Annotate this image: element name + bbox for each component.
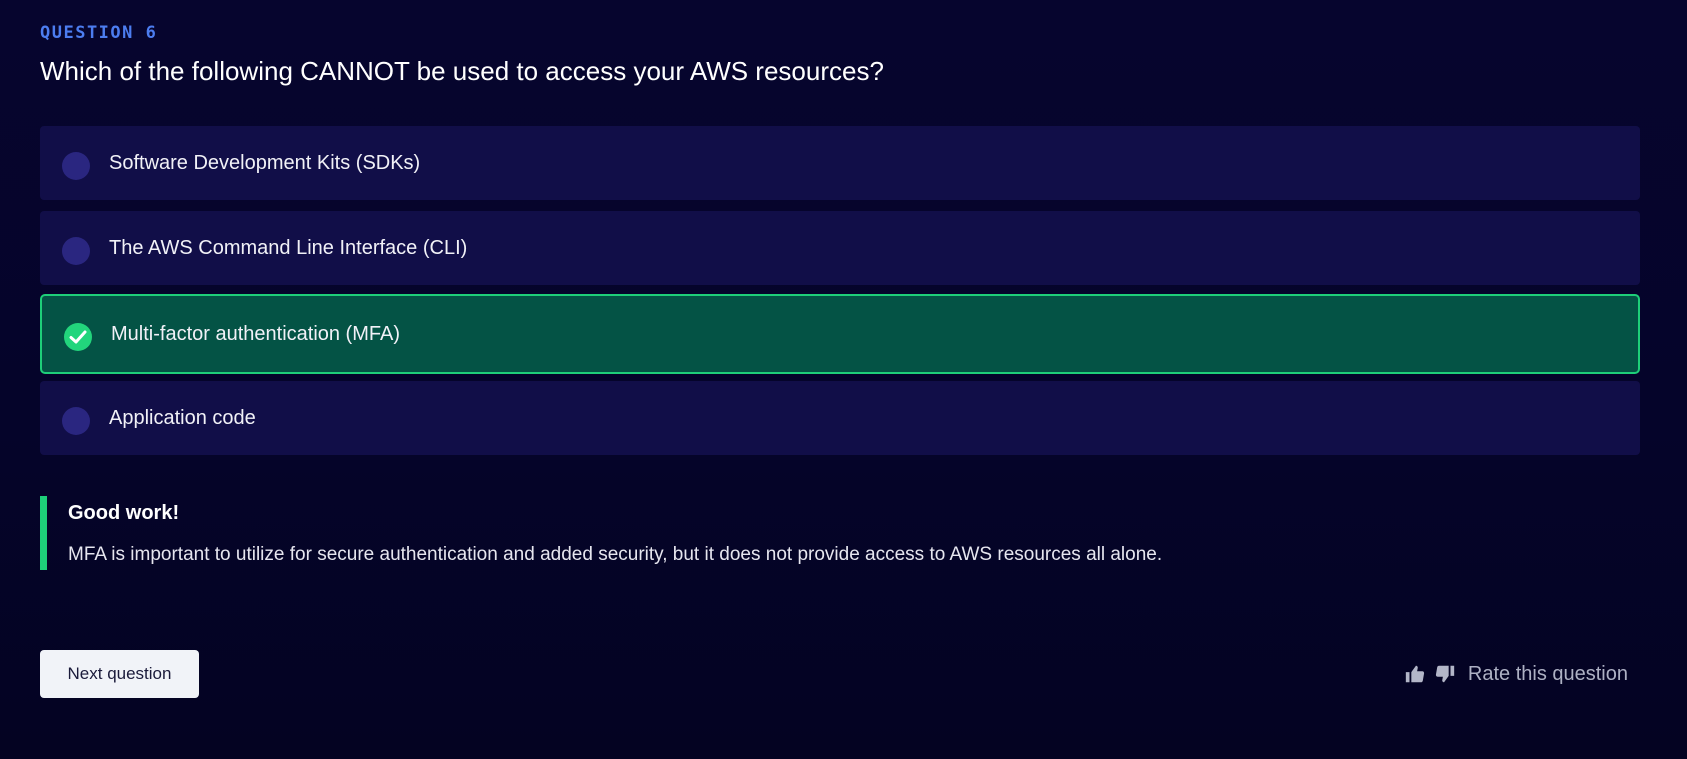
answer-option-application-code[interactable]: Application code	[40, 381, 1640, 455]
radio-unselected-icon	[62, 152, 90, 180]
answer-option-label: Application code	[109, 407, 256, 429]
radio-unselected-icon	[62, 237, 90, 265]
feedback-panel: Good work! MFA is important to utilize f…	[40, 496, 1162, 570]
thumbs-up-icon[interactable]	[1402, 661, 1428, 687]
thumbs-down-icon[interactable]	[1432, 661, 1458, 687]
rating-controls: Rate this question	[1402, 656, 1628, 692]
radio-unselected-icon	[62, 407, 90, 435]
checkmark-icon	[64, 323, 92, 351]
question-text: Which of the following CANNOT be used to…	[40, 56, 884, 86]
next-question-button[interactable]: Next question	[40, 650, 199, 698]
rate-question-link[interactable]: Rate this question	[1468, 663, 1628, 686]
answer-option-label: Software Development Kits (SDKs)	[109, 152, 421, 174]
answer-option-sdks[interactable]: Software Development Kits (SDKs)	[40, 126, 1640, 200]
answer-option-label: Multi-factor authentication (MFA)	[111, 323, 400, 345]
answer-option-label: The AWS Command Line Interface (CLI)	[109, 237, 468, 259]
answer-option-mfa[interactable]: Multi-factor authentication (MFA)	[40, 294, 1640, 374]
feedback-explanation: MFA is important to utilize for secure a…	[68, 544, 1163, 565]
feedback-title: Good work!	[68, 502, 180, 524]
answer-options: Software Development Kits (SDKs) The AWS…	[40, 126, 1640, 466]
question-number: QUESTION 6	[40, 23, 158, 43]
answer-option-cli[interactable]: The AWS Command Line Interface (CLI)	[40, 211, 1640, 285]
